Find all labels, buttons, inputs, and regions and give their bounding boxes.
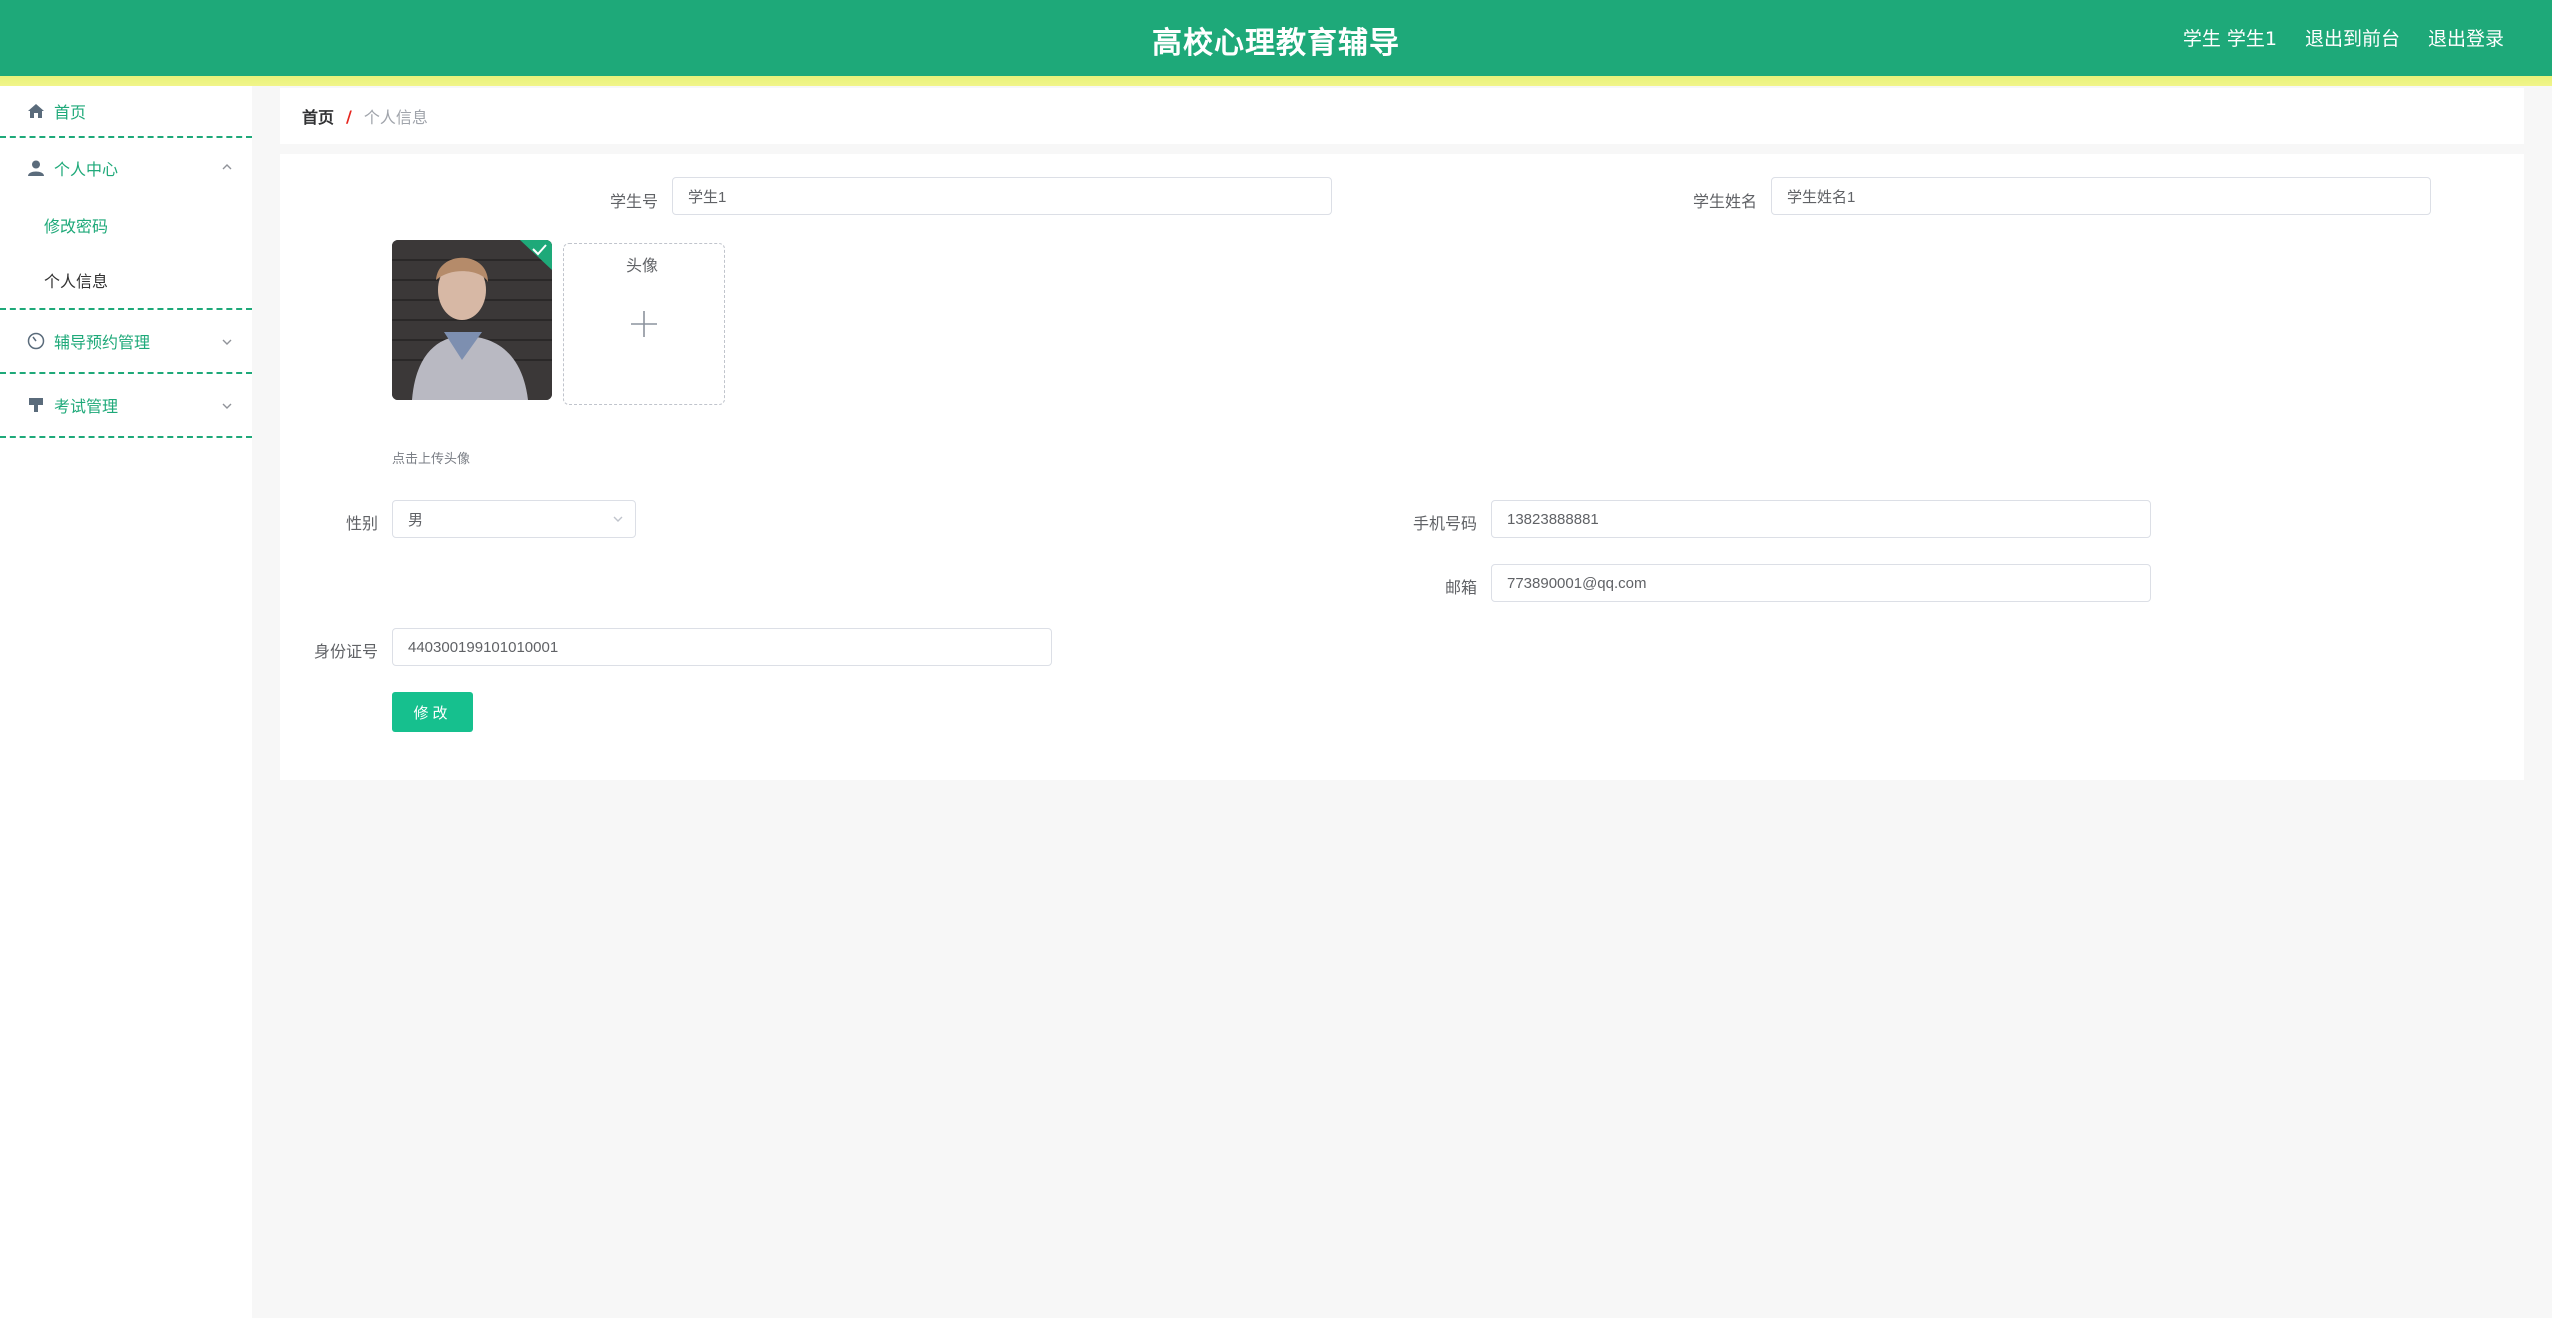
sidebar-item-exam[interactable]: 考试管理 <box>0 374 252 438</box>
logout-link[interactable]: 退出登录 <box>2428 24 2504 51</box>
chevron-down-icon <box>613 516 623 522</box>
update-button[interactable]: 修改 <box>392 692 473 732</box>
sidebar-subitem-personal-info[interactable]: 个人信息 <box>0 252 252 310</box>
avatar-photo <box>392 240 552 400</box>
plus-icon <box>631 311 657 337</box>
avatar-upload-tip: 点击上传头像 <box>392 452 471 467</box>
sidebar-subitem-change-password[interactable]: 修改密码 <box>0 198 252 252</box>
sidebar-item-label: 个人中心 <box>54 160 119 179</box>
sidebar-item-label: 辅导预约管理 <box>54 333 151 352</box>
email-field[interactable] <box>1491 564 2151 602</box>
top-header: 高校心理教育辅导 学生 学生1 退出到前台 退出登录 <box>0 0 2552 76</box>
id-card-field[interactable] <box>392 628 1052 666</box>
breadcrumb: 首页 / 个人信息 <box>280 88 2524 144</box>
gender-label: 性别 <box>345 514 378 533</box>
breadcrumb-separator: / <box>346 106 352 126</box>
user-icon <box>26 158 46 178</box>
phone-field[interactable] <box>1491 500 2151 538</box>
chevron-down-icon <box>222 339 232 345</box>
breadcrumb-home[interactable]: 首页 <box>302 104 334 128</box>
student-name-label: 学生姓名 <box>1692 192 1757 211</box>
email-label: 邮箱 <box>1444 578 1477 597</box>
gauge-icon <box>26 331 46 351</box>
home-icon <box>26 101 46 121</box>
student-no-label: 学生号 <box>609 192 658 211</box>
sidebar-item-label: 考试管理 <box>54 397 119 416</box>
student-name-field[interactable] <box>1771 177 2431 215</box>
breadcrumb-current: 个人信息 <box>363 108 428 127</box>
header-accent-strip <box>0 76 2552 86</box>
app-title: 高校心理教育辅导 <box>1152 26 1400 61</box>
id-card-label: 身份证号 <box>313 642 378 661</box>
student-no-field[interactable] <box>672 177 1332 215</box>
gender-select[interactable] <box>392 500 636 538</box>
back-to-front-link[interactable]: 退出到前台 <box>2305 24 2400 51</box>
current-user-label: 学生 学生1 <box>2182 28 2277 50</box>
sidebar-item-home[interactable]: 首页 <box>0 86 252 138</box>
sidebar-item-personal-center[interactable]: 个人中心 <box>0 138 252 198</box>
phone-label: 手机号码 <box>1412 514 1477 533</box>
chevron-up-icon <box>222 164 232 170</box>
avatar-upload-button[interactable] <box>563 243 725 405</box>
avatar[interactable] <box>392 240 552 400</box>
chevron-down-icon <box>222 403 232 409</box>
brush-icon <box>26 395 46 415</box>
gender-select-value[interactable] <box>392 500 636 538</box>
sidebar-item-label: 首页 <box>54 103 87 122</box>
header-user-actions: 学生 学生1 退出到前台 退出登录 <box>2183 24 2504 51</box>
sidebar-item-counseling[interactable]: 辅导预约管理 <box>0 310 252 374</box>
sidebar: 首页 个人中心 修改密码 个人信息 辅导预约管理 考试管理 <box>0 86 252 1318</box>
